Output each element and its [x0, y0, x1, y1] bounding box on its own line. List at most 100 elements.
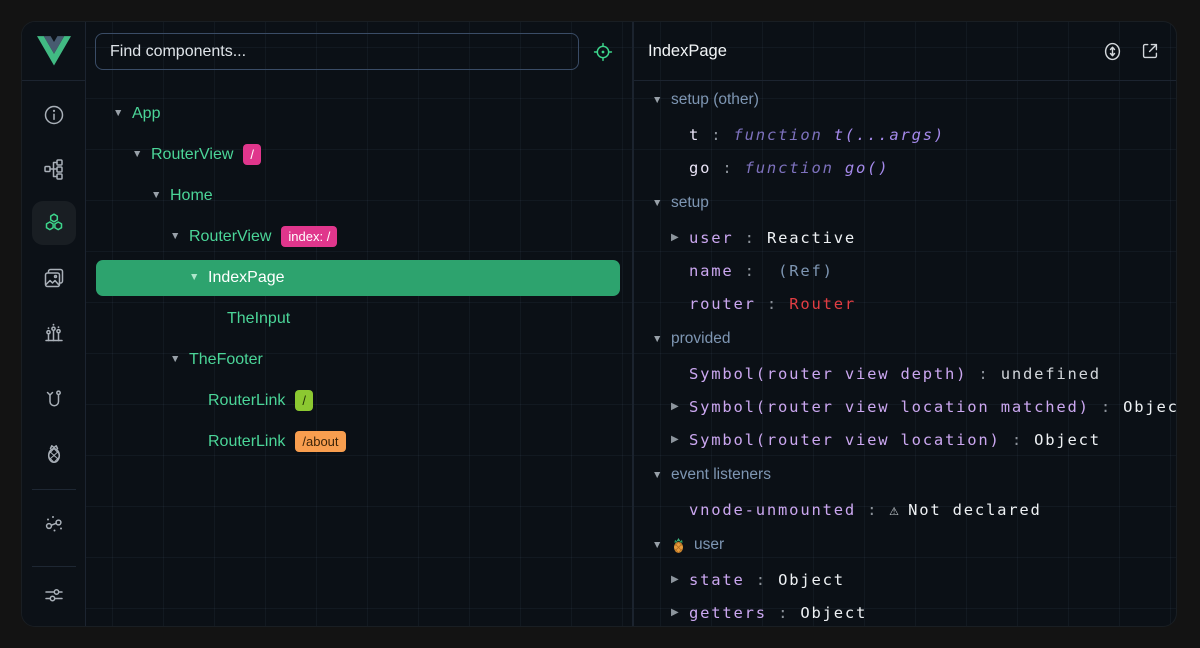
inspector-row-vnode-unmounted[interactable]: ▶vnode-unmounted : ⚠ Not declared: [634, 493, 1176, 526]
expand-arrow-icon[interactable]: ▶: [671, 402, 689, 412]
property-value: Not declared: [908, 501, 1042, 519]
tree-indent: [86, 113, 113, 114]
tree-row-theinput[interactable]: ▼TheInput: [86, 298, 632, 339]
search-input[interactable]: [95, 33, 579, 70]
key-value-separator: :: [1090, 398, 1123, 416]
settings-icon[interactable]: [36, 577, 72, 613]
tree-row-indexpage[interactable]: ▼IndexPage: [96, 260, 620, 296]
tree-indent: [86, 154, 132, 155]
inspector-content: ▼setup (other)▶t : function t(...args)▶g…: [634, 87, 1176, 626]
property-key: state: [689, 571, 745, 589]
key-value-separator: :: [1001, 431, 1034, 449]
key-value-separator: :: [711, 159, 744, 177]
info-icon[interactable]: [36, 97, 72, 133]
property-key: Symbol(router view location): [689, 431, 1001, 449]
component-name: IndexPage: [208, 269, 285, 287]
inspector-row-go[interactable]: ▶go : function go(): [634, 151, 1176, 184]
tree-row-routerview[interactable]: ▼RouterViewindex: /: [86, 216, 632, 257]
tree-indent: [96, 277, 189, 278]
inspector-title: IndexPage: [648, 42, 727, 61]
scroll-to-component-icon[interactable]: [1100, 39, 1124, 63]
inspector-row-symbol-router-view-location[interactable]: ▶Symbol(router view location) : Object: [634, 423, 1176, 456]
pinia-icon[interactable]: [36, 436, 72, 472]
inspector-row-user[interactable]: ▶user : Reactive: [634, 221, 1176, 254]
collapse-arrow-icon: ▼: [652, 470, 663, 481]
property-value: Object: [1123, 398, 1176, 416]
expand-arrow-icon[interactable]: ▶: [671, 575, 689, 585]
property-value: Object: [1034, 431, 1101, 449]
tree-row-app[interactable]: ▼App: [86, 93, 632, 134]
property-value: Object: [778, 571, 845, 589]
graph-icon[interactable]: [36, 506, 72, 542]
component-tree: ▼App▼RouterView/▼Home▼RouterViewindex: /…: [86, 81, 632, 462]
section-title: event listeners: [671, 466, 771, 484]
expand-arrow-icon[interactable]: ▶: [671, 435, 689, 445]
assets-icon[interactable]: [36, 260, 72, 296]
inspector-row-name[interactable]: ▶name : (Ref): [634, 254, 1176, 287]
property-key: t: [689, 126, 700, 144]
component-tree-icon[interactable]: [36, 151, 72, 187]
expand-arrow-icon[interactable]: ▼: [113, 108, 132, 119]
section-title: setup (other): [671, 91, 759, 109]
component-name: RouterView: [151, 146, 233, 164]
key-value-separator: :: [734, 229, 767, 247]
section-title: provided: [671, 330, 730, 348]
components-hexagons-icon[interactable]: [36, 205, 72, 241]
tree-row-routerlink[interactable]: ▼RouterLink/about: [86, 421, 632, 462]
expand-arrow-icon[interactable]: ▶: [671, 608, 689, 618]
timeline-icon[interactable]: [36, 314, 72, 350]
vue-devtools-window: ▼App▼RouterView/▼Home▼RouterViewindex: /…: [0, 0, 1200, 648]
expand-arrow-icon[interactable]: ▼: [170, 231, 189, 242]
key-value-separator: :: [856, 501, 889, 519]
component-name: RouterLink: [208, 433, 285, 451]
collapse-arrow-icon: ▼: [652, 540, 663, 551]
inspector-row-t[interactable]: ▶t : function t(...args): [634, 118, 1176, 151]
tree-row-thefooter[interactable]: ▼TheFooter: [86, 339, 632, 380]
sidebar: [22, 22, 86, 626]
section-header-event-listeners[interactable]: ▼ event listeners: [634, 462, 1176, 488]
expand-arrow-icon[interactable]: ▶: [671, 233, 689, 243]
property-value: Object: [800, 604, 867, 622]
expand-arrow-icon[interactable]: ▼: [151, 190, 170, 201]
tree-row-routerview[interactable]: ▼RouterView/: [86, 134, 632, 175]
section-header-setup[interactable]: ▼ setup: [634, 190, 1176, 216]
vue-logo: [22, 22, 85, 81]
section-title: setup: [671, 194, 709, 212]
component-name: Home: [170, 187, 213, 205]
property-value: t(...args): [834, 126, 945, 144]
router-icon[interactable]: [36, 382, 72, 418]
collapse-arrow-icon: ▼: [652, 198, 663, 209]
tree-row-routerlink[interactable]: ▼RouterLink/: [86, 380, 632, 421]
property-value: function: [745, 159, 845, 177]
expand-arrow-icon[interactable]: ▼: [189, 272, 208, 283]
route-badge: /: [295, 390, 313, 411]
tree-row-home[interactable]: ▼Home: [86, 175, 632, 216]
inspector-row-state[interactable]: ▶state : Object: [634, 563, 1176, 596]
inspector-row-getters[interactable]: ▶getters : Object: [634, 596, 1176, 626]
component-name: TheFooter: [189, 351, 263, 369]
section-header-provided[interactable]: ▼provided: [634, 326, 1176, 352]
property-value: go(): [845, 159, 890, 177]
inspector-row-symbol-router-view-location-matched[interactable]: ▶Symbol(router view location matched) : …: [634, 390, 1176, 423]
property-value: Reactive: [767, 229, 856, 247]
route-badge: index: /: [281, 226, 337, 247]
expand-arrow-icon[interactable]: ▼: [170, 354, 189, 365]
property-value: function: [734, 126, 834, 144]
inspector-panel: IndexPage ▼setup (other)▶t : function t(…: [634, 22, 1176, 626]
property-key: go: [689, 159, 711, 177]
devtools-panel: ▼App▼RouterView/▼Home▼RouterViewindex: /…: [21, 21, 1177, 627]
inspector-row-symbol-router-view-depth[interactable]: ▶Symbol(router view depth) : undefined: [634, 357, 1176, 390]
key-value-separator: :: [756, 295, 789, 313]
expand-arrow-icon[interactable]: ▼: [132, 149, 151, 160]
property-key: Symbol(router view depth): [689, 365, 967, 383]
select-component-target-icon[interactable]: [590, 39, 616, 65]
property-key: vnode-unmounted: [689, 501, 856, 519]
open-in-editor-icon[interactable]: [1138, 39, 1162, 63]
tree-indent: [86, 441, 189, 442]
inspector-header: IndexPage: [634, 22, 1176, 81]
key-value-separator: :: [700, 126, 733, 144]
section-header-setup-other[interactable]: ▼setup (other): [634, 87, 1176, 113]
section-header-user[interactable]: ▼user: [634, 532, 1176, 558]
inspector-row-router[interactable]: ▶router : Router: [634, 287, 1176, 320]
tree-indent: [86, 195, 151, 196]
